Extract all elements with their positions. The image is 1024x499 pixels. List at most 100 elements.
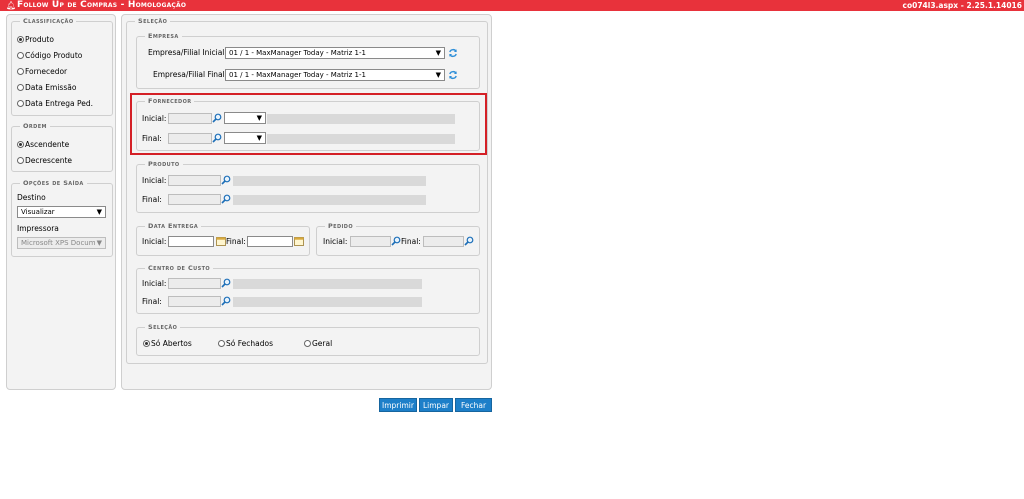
fornecedor-highlight-box [130,93,487,155]
produto-inicial-input[interactable] [168,175,221,186]
pedido-group: Pedido Inicial: Final: [316,221,480,256]
impressora-label: Impressora [17,224,59,233]
radio-label: Código Produto [25,51,83,60]
chevron-down-icon: ▼ [96,239,102,247]
chevron-down-icon: ▼ [435,49,441,57]
produto-inicial-label: Inicial: [142,176,167,185]
selecao-status-legend: Seleção [145,322,181,332]
search-icon[interactable] [391,236,401,246]
data-entrega-inicial-label: Inicial: [142,237,167,246]
radio-so-abertos[interactable]: Só Abertos [143,339,192,349]
version-label: co074l3.aspx - 2.25.1.14016 [902,1,1022,10]
radio-label: Produto [25,35,54,44]
produto-final-label: Final: [142,195,162,204]
search-icon[interactable] [221,194,231,204]
empresa-legend: Empresa [145,31,182,41]
radio-so-fechados[interactable]: Só Fechados [218,339,273,349]
opcoes-saida-group: Opções de Saída Destino Visualizar ▼ Imp… [11,178,113,257]
pedido-final-input[interactable] [423,236,464,247]
radio-circle[interactable] [218,340,225,347]
imprimir-button[interactable]: Imprimir [379,398,417,412]
chevron-down-icon: ▼ [96,208,102,216]
radio-label: Ascendente [25,140,70,149]
empresa-final-label: Empresa/Filial Final: [153,70,228,79]
produto-final-description [233,195,426,205]
radio-circle[interactable] [17,36,24,43]
empresa-inicial-label: Empresa/Filial Inicial: [148,48,227,57]
empresa-final-value: 01 / 1 - MaxManager Today - Matriz 1-1 [229,71,366,79]
refresh-icon[interactable] [448,48,458,58]
radio-label: Data Emissão [25,83,77,92]
search-icon[interactable] [464,236,474,246]
data-entrega-final-label: Final: [226,237,246,246]
pedido-inicial-input[interactable] [350,236,391,247]
centro-custo-final-description [233,297,422,307]
destino-label: Destino [17,193,46,202]
bell-icon: 🔔︎ [6,1,17,10]
page-title: Follow Up de Compras - Homologação [17,0,187,10]
centro-custo-inicial-label: Inicial: [142,279,167,288]
destino-value: Visualizar [21,208,55,216]
impressora-value: Microsoft XPS Docum [21,239,96,247]
empresa-inicial-value: 01 / 1 - MaxManager Today - Matriz 1-1 [229,49,366,57]
pedido-inicial-label: Inicial: [323,237,348,246]
radio-circle[interactable] [17,100,24,107]
centro-custo-legend: Centro de Custo [145,263,214,273]
radio-ascendente[interactable]: Ascendente [17,140,69,150]
radio-fornecedor[interactable]: Fornecedor [17,67,67,77]
radio-decrescente[interactable]: Decrescente [17,156,72,166]
opcoes-saida-legend: Opções de Saída [20,178,87,188]
radio-label: Só Abertos [151,339,192,348]
ordem-group: Ordem Ascendente Decrescente [11,121,113,172]
data-entrega-inicial-input[interactable] [168,236,214,247]
centro-custo-final-label: Final: [142,297,162,306]
radio-circle[interactable] [17,157,24,164]
empresa-group: Empresa Empresa/Filial Inicial: 01 / 1 -… [136,31,480,89]
search-icon[interactable] [221,278,231,288]
search-icon[interactable] [221,175,231,185]
radio-label: Geral [312,339,333,348]
data-entrega-legend: Data Entrega [145,221,202,231]
radio-circle[interactable] [17,141,24,148]
radio-label: Decrescente [25,156,72,165]
calendar-icon[interactable] [216,236,226,246]
classificacao-group: Classificação Produto Código Produto For… [11,16,113,116]
radio-label: Fornecedor [25,67,68,76]
radio-circle[interactable] [304,340,311,347]
limpar-button[interactable]: Limpar [419,398,453,412]
radio-circle[interactable] [17,68,24,75]
radio-circle[interactable] [143,340,150,347]
empresa-final-select[interactable]: 01 / 1 - MaxManager Today - Matriz 1-1 ▼ [225,69,445,81]
pedido-legend: Pedido [325,221,356,231]
produto-final-input[interactable] [168,194,221,205]
produto-legend: Produto [145,159,183,169]
fechar-button[interactable]: Fechar [455,398,492,412]
centro-custo-inicial-description [233,279,422,289]
ordem-legend: Ordem [20,121,50,131]
calendar-icon[interactable] [294,236,304,246]
radio-circle[interactable] [17,84,24,91]
radio-codigo-produto[interactable]: Código Produto [17,51,82,61]
produto-inicial-description [233,176,426,186]
radio-label: Data Entrega Ped. [25,99,94,108]
radio-data-emissao[interactable]: Data Emissão [17,83,76,93]
pedido-final-label: Final: [401,237,421,246]
radio-circle[interactable] [17,52,24,59]
chevron-down-icon: ▼ [435,71,441,79]
destino-select[interactable]: Visualizar ▼ [17,206,106,218]
radio-data-entrega-ped[interactable]: Data Entrega Ped. [17,99,93,109]
data-entrega-group: Data Entrega Inicial: Final: [136,221,310,256]
centro-custo-group: Centro de Custo Inicial: Final: [136,263,480,314]
classificacao-legend: Classificação [20,16,77,26]
centro-custo-final-input[interactable] [168,296,221,307]
centro-custo-inicial-input[interactable] [168,278,221,289]
produto-group: Produto Inicial: Final: [136,159,480,213]
radio-produto[interactable]: Produto [17,35,54,45]
data-entrega-final-input[interactable] [247,236,293,247]
impressora-select[interactable]: Microsoft XPS Docum ▼ [17,237,106,249]
radio-geral[interactable]: Geral [304,339,332,349]
search-icon[interactable] [221,296,231,306]
empresa-inicial-select[interactable]: 01 / 1 - MaxManager Today - Matriz 1-1 ▼ [225,47,445,59]
radio-label: Só Fechados [226,339,273,348]
refresh-icon[interactable] [448,70,458,80]
